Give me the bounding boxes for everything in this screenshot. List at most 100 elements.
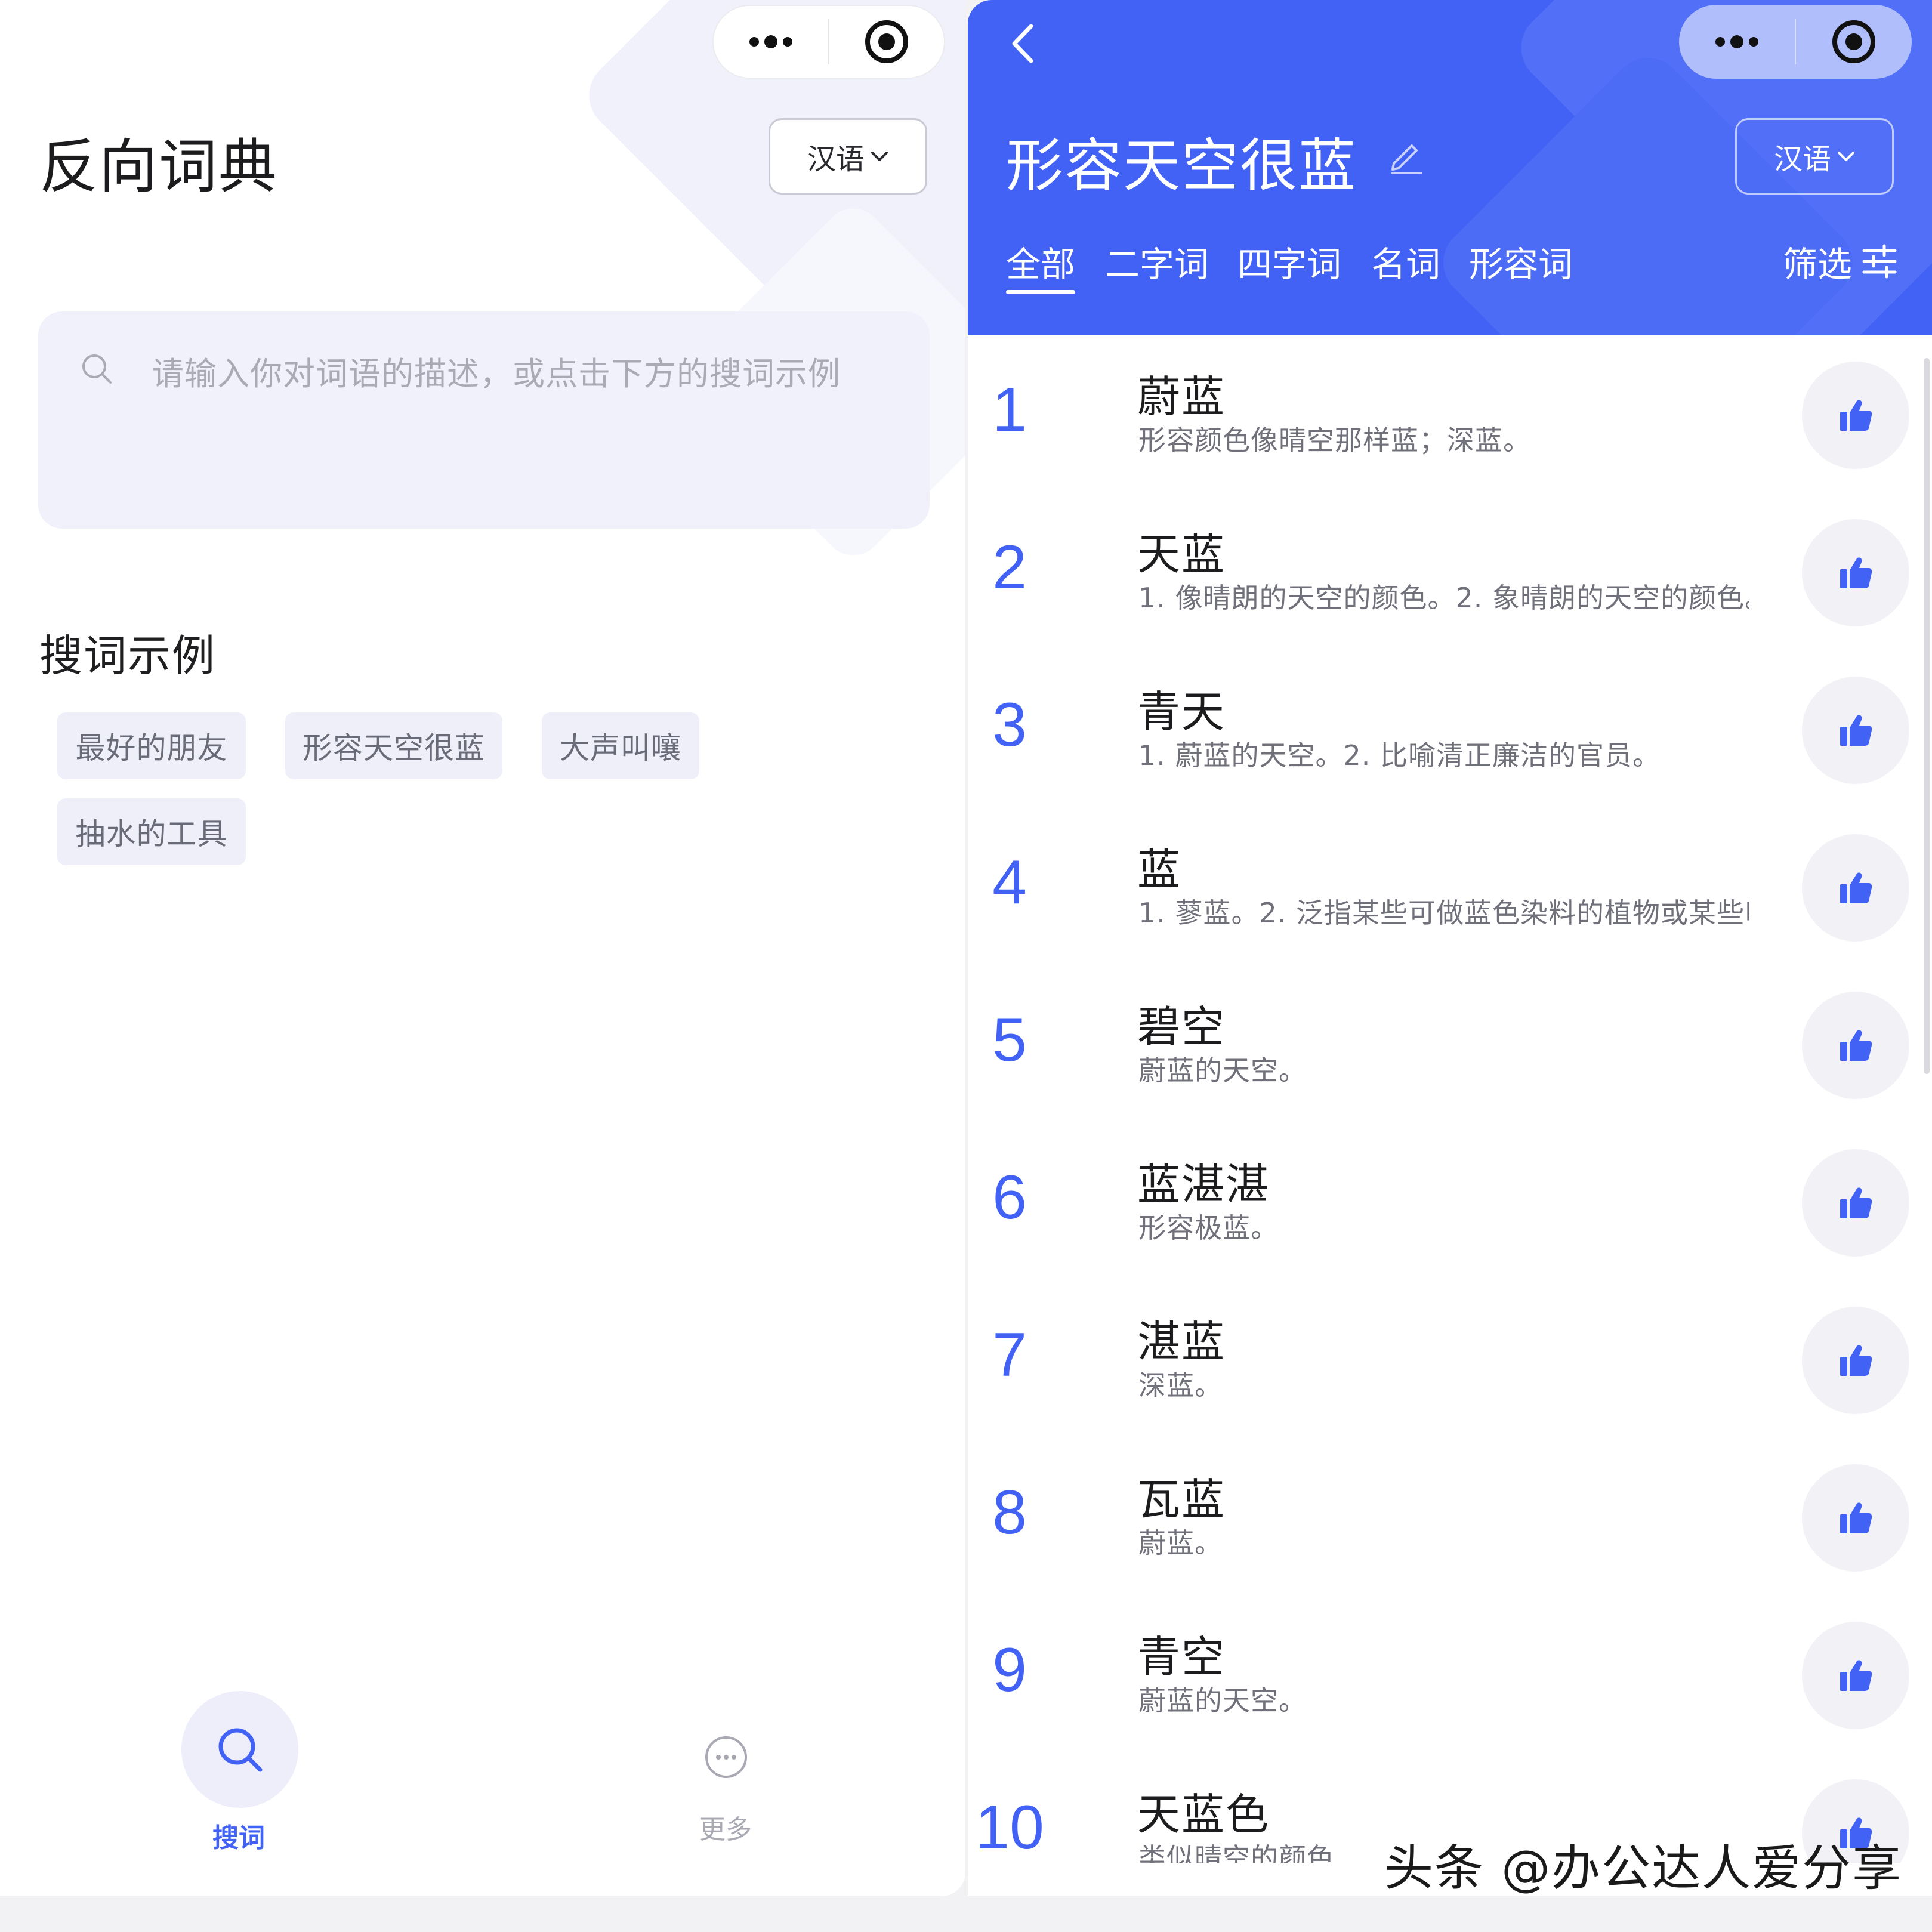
back-icon[interactable]: [1005, 23, 1041, 64]
like-button[interactable]: [1802, 1464, 1909, 1572]
miniprogram-capsule: [1679, 5, 1912, 79]
result-definition: 深蓝。: [1138, 1369, 1223, 1402]
close-button[interactable]: [1796, 5, 1912, 79]
example-chip[interactable]: 形容天空很蓝: [285, 712, 502, 779]
result-definition: 蔚蓝的天空。: [1138, 1684, 1307, 1717]
result-row[interactable]: 3 青天 1. 蔚蓝的天空。2. 比喻清正廉洁的官员。: [968, 653, 1932, 810]
filter-button[interactable]: 筛选: [1783, 236, 1897, 286]
more-icon: [749, 35, 792, 48]
tab-adjective[interactable]: 形容词: [1469, 236, 1573, 286]
result-rank: 2: [992, 533, 1027, 602]
filter-label: 筛选: [1783, 244, 1853, 285]
miniprogram-capsule: [712, 5, 945, 79]
more-button[interactable]: [1679, 5, 1795, 79]
record-icon: [865, 20, 908, 63]
example-chip[interactable]: 最好的朋友: [57, 712, 246, 779]
nav-more-label[interactable]: 更多: [699, 1808, 752, 1846]
results-list: 1 蔚蓝 形容颜色像晴空那样蓝；深蓝。 2 天蓝 1. 像晴朗的天空的颜色。2. 象晴朗的…: [968, 335, 1932, 1863]
more-button[interactable]: [714, 6, 828, 78]
result-word: 青天: [1137, 687, 1226, 737]
close-button[interactable]: [829, 6, 944, 78]
chevron-down-icon: [871, 152, 888, 161]
home-screen: 反向词典 汉语 请输入你对词语的描述，或点击下方的搜词示例 搜词示例 最好的朋友…: [0, 0, 965, 1896]
language-selector[interactable]: 汉语: [769, 118, 927, 195]
like-button[interactable]: [1802, 362, 1909, 469]
result-word: 蔚蓝: [1137, 372, 1226, 422]
result-rank: 9: [992, 1635, 1027, 1705]
thumbs-up-icon: [1840, 872, 1872, 903]
result-row[interactable]: 6 蓝湛湛 形容极蓝。: [968, 1125, 1932, 1283]
result-rank: 7: [992, 1320, 1027, 1390]
examples-heading: 搜词示例: [39, 631, 217, 681]
scrollbar[interactable]: [1924, 358, 1930, 1074]
language-selector[interactable]: 汉语: [1735, 118, 1894, 195]
result-rank: 5: [992, 1005, 1027, 1075]
results-header: 形容天空很蓝 汉语 全部 二字词 四字词 名词 形容词 筛选: [968, 0, 1932, 335]
example-chip[interactable]: 大声叫嚷: [542, 712, 699, 779]
thumbs-up-icon: [1840, 1660, 1872, 1691]
tab-two-char[interactable]: 二字词: [1105, 236, 1209, 286]
result-row[interactable]: 9 青空 蔚蓝的天空。: [968, 1598, 1932, 1755]
nav-search-button[interactable]: [181, 1691, 298, 1808]
result-row[interactable]: 8 瓦蓝 蔚蓝。: [968, 1440, 1932, 1598]
result-rank: 6: [992, 1163, 1027, 1232]
result-word: 天蓝: [1137, 529, 1226, 579]
result-rank: 10: [975, 1793, 1044, 1862]
result-row[interactable]: 1 蔚蓝 形容颜色像晴空那样蓝；深蓝。: [968, 338, 1932, 495]
thumbs-up-icon: [1840, 557, 1872, 588]
result-definition: 蔚蓝的天空。: [1138, 1054, 1307, 1087]
search-icon: [218, 1728, 263, 1772]
search-input[interactable]: 请输入你对词语的描述，或点击下方的搜词示例: [38, 311, 930, 529]
result-definition: 1. 蓼蓝。2. 泛指某些可做蓝色染料的植物或某些叫: [1138, 897, 1749, 929]
more-icon: [1715, 35, 1758, 48]
result-word: 湛蓝: [1137, 1317, 1226, 1367]
chat-more-icon: [705, 1736, 747, 1778]
chevron-down-icon: [1838, 152, 1854, 161]
result-row[interactable]: 4 蓝 1. 蓼蓝。2. 泛指某些可做蓝色染料的植物或某些叫: [968, 810, 1932, 968]
query-title: 形容天空很蓝: [1006, 132, 1357, 199]
thumbs-up-icon: [1840, 400, 1872, 431]
tab-all[interactable]: 全部: [1006, 236, 1075, 286]
thumbs-up-icon: [1840, 1345, 1872, 1376]
thumbs-up-icon: [1840, 715, 1872, 746]
like-button[interactable]: [1802, 519, 1909, 626]
example-chip[interactable]: 抽水的工具: [57, 798, 246, 865]
result-rank: 3: [992, 690, 1027, 760]
result-row[interactable]: 5 碧空 蔚蓝的天空。: [968, 968, 1932, 1125]
result-row[interactable]: 7 湛蓝 深蓝。: [968, 1283, 1932, 1440]
active-tab-indicator: [1006, 290, 1075, 294]
edit-icon[interactable]: [1385, 136, 1425, 175]
result-rank: 4: [992, 848, 1027, 917]
language-label: 汉语: [807, 143, 865, 176]
like-button[interactable]: [1802, 834, 1909, 942]
filter-icon: [1862, 244, 1897, 279]
result-definition: 形容颜色像晴空那样蓝；深蓝。: [1138, 424, 1531, 456]
like-button[interactable]: [1802, 1149, 1909, 1257]
result-row[interactable]: 2 天蓝 1. 像晴朗的天空的颜色。2. 象晴朗的天空的颜色。: [968, 495, 1932, 653]
result-definition: 形容极蓝。: [1138, 1212, 1279, 1244]
tab-four-char[interactable]: 四字词: [1237, 236, 1341, 286]
like-button[interactable]: [1802, 677, 1909, 784]
thumbs-up-icon: [1840, 1502, 1872, 1533]
thumbs-up-icon: [1840, 1187, 1872, 1218]
like-button[interactable]: [1802, 992, 1909, 1099]
result-word: 碧空: [1137, 1002, 1226, 1052]
result-rank: 1: [992, 375, 1027, 445]
nav-more-button[interactable]: [704, 1735, 748, 1779]
result-definition: 1. 蔚蓝的天空。2. 比喻清正廉洁的官员。: [1138, 739, 1661, 771]
search-placeholder: 请输入你对词语的描述，或点击下方的搜词示例: [152, 355, 841, 393]
tab-noun[interactable]: 名词: [1371, 236, 1440, 286]
result-definition: 蔚蓝。: [1138, 1527, 1223, 1559]
result-word: 天蓝色: [1137, 1789, 1270, 1840]
page-title: 反向词典: [39, 133, 279, 201]
thumbs-up-icon: [1840, 1030, 1872, 1061]
like-button[interactable]: [1802, 1622, 1909, 1729]
result-definition: 1. 像晴朗的天空的颜色。2. 象晴朗的天空的颜色。: [1138, 582, 1749, 614]
like-button[interactable]: [1802, 1307, 1909, 1414]
search-icon: [82, 354, 112, 384]
nav-search-label[interactable]: 搜词: [212, 1816, 265, 1854]
watermark: 头条 @办公达人爱分享: [1384, 1840, 1903, 1897]
result-word: 瓦蓝: [1137, 1474, 1226, 1524]
result-rank: 8: [992, 1478, 1027, 1547]
language-label: 汉语: [1773, 143, 1831, 176]
